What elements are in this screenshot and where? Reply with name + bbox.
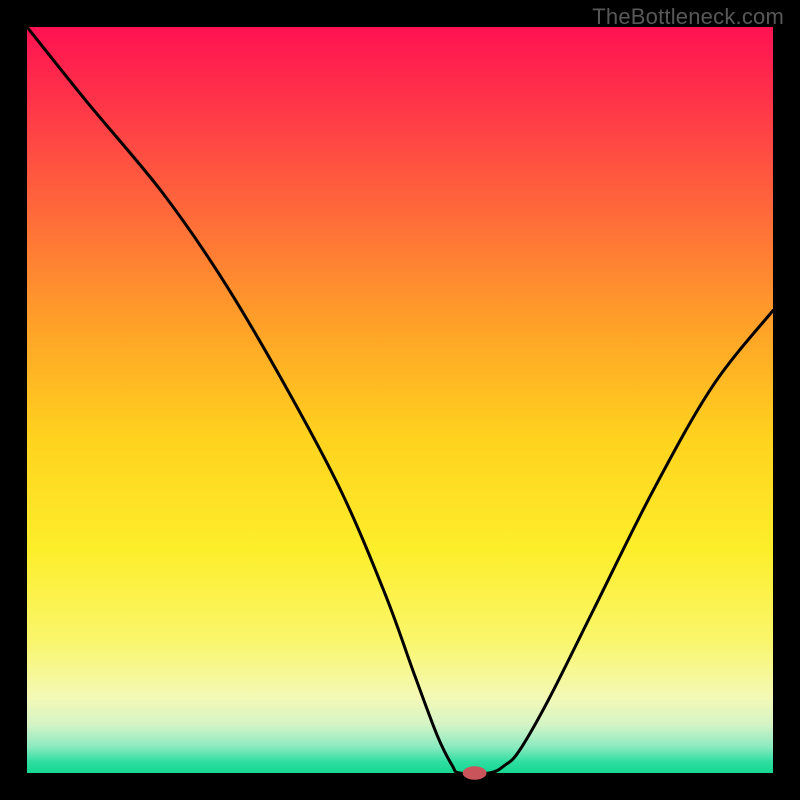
bottleneck-chart: [0, 0, 800, 800]
optimum-marker: [463, 766, 487, 779]
chart-frame: TheBottleneck.com: [0, 0, 800, 800]
gradient-background: [27, 27, 773, 773]
attribution-label: TheBottleneck.com: [592, 4, 784, 30]
